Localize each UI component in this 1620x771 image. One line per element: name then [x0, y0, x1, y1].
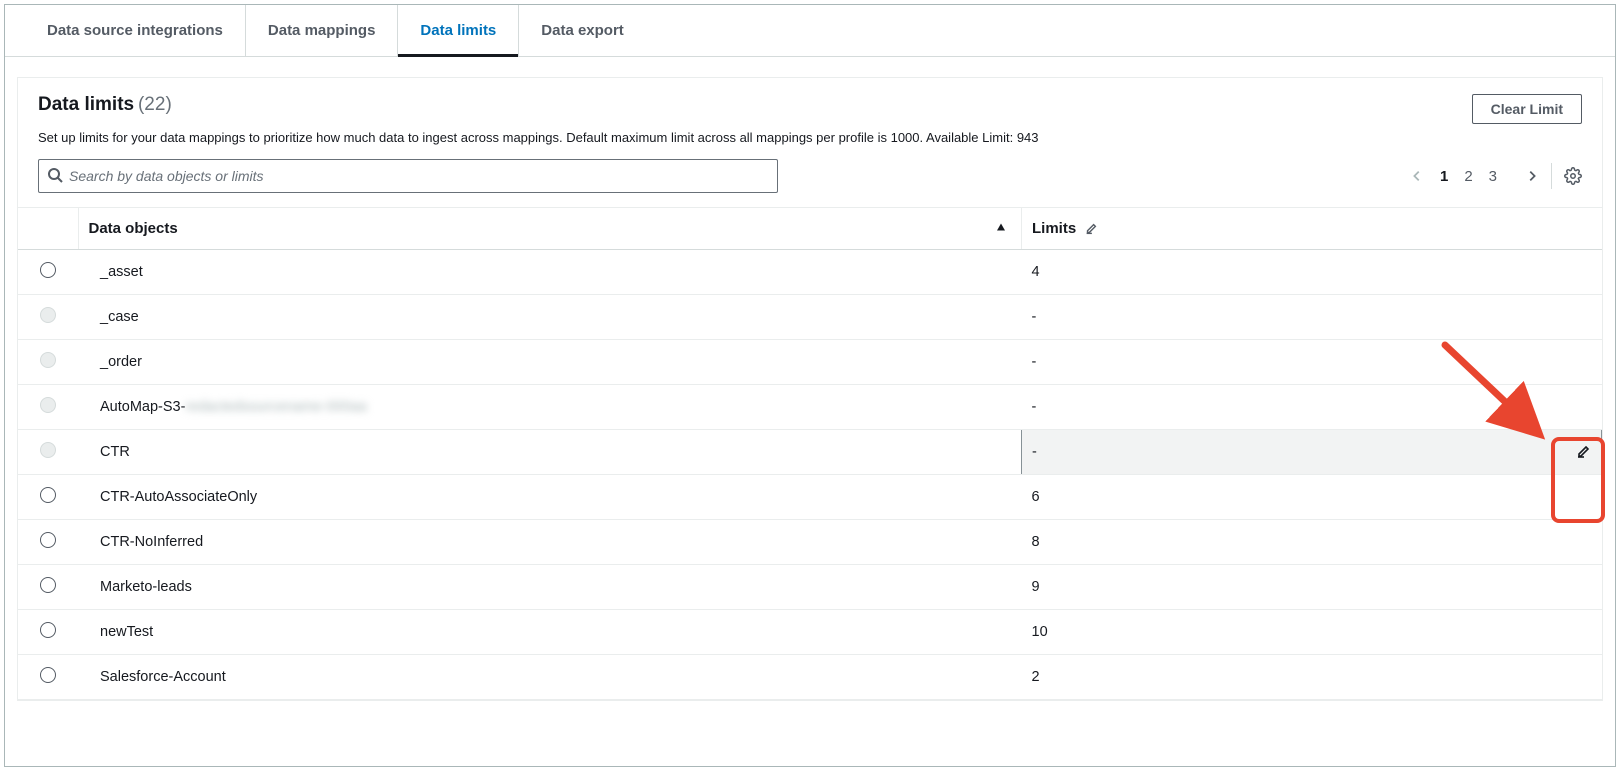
limit-cell: - — [1022, 385, 1602, 430]
row-radio — [40, 442, 56, 458]
panel-description: Set up limits for your data mappings to … — [18, 124, 1602, 145]
data-object-cell: CTR-AutoAssociateOnly — [78, 475, 1022, 520]
data-object-cell: CTR-NoInferred — [78, 520, 1022, 565]
data-limits-table: Data objects Limits — [18, 207, 1602, 700]
clear-limit-button[interactable]: Clear Limit — [1472, 94, 1582, 124]
divider — [1551, 163, 1552, 189]
column-data-objects-label: Data objects — [89, 220, 178, 237]
limit-cell: 8 — [1022, 520, 1602, 565]
settings-button[interactable] — [1564, 167, 1582, 185]
table-row: Salesforce-Account2 — [18, 655, 1602, 700]
sort-asc-icon — [995, 220, 1007, 237]
limit-cell: 6 — [1022, 475, 1602, 520]
row-radio[interactable] — [40, 577, 56, 593]
column-limits[interactable]: Limits — [1022, 208, 1602, 250]
pagination: 123 — [1410, 168, 1539, 185]
limit-cell: - — [1022, 295, 1602, 340]
table-row: CTR-NoInferred8 — [18, 520, 1602, 565]
page-2[interactable]: 2 — [1462, 168, 1474, 185]
tabs-bar: Data source integrationsData mappingsDat… — [5, 5, 1615, 57]
table-row: _order- — [18, 340, 1602, 385]
limit-cell: 9 — [1022, 565, 1602, 610]
page-1[interactable]: 1 — [1438, 168, 1450, 185]
row-radio[interactable] — [40, 667, 56, 683]
row-radio[interactable] — [40, 262, 56, 278]
tab-data-export[interactable]: Data export — [519, 5, 646, 56]
search-icon — [47, 167, 63, 186]
tab-data-mappings[interactable]: Data mappings — [246, 5, 399, 56]
data-object-cell: _case — [78, 295, 1022, 340]
data-object-cell: AutoMap-S3-redactedsourcename-000aa — [78, 385, 1022, 430]
search-box[interactable] — [38, 159, 778, 193]
limit-cell[interactable]: - — [1022, 430, 1602, 475]
table-row: _case- — [18, 295, 1602, 340]
row-radio — [40, 397, 56, 413]
row-radio[interactable] — [40, 622, 56, 638]
row-radio — [40, 352, 56, 368]
data-object-cell: Salesforce-Account — [78, 655, 1022, 700]
table-row: AutoMap-S3-redactedsourcename-000aa- — [18, 385, 1602, 430]
search-input[interactable] — [63, 168, 769, 184]
edit-icon — [1084, 222, 1098, 236]
tab-data-source-integrations[interactable]: Data source integrations — [25, 5, 246, 56]
limit-cell: 2 — [1022, 655, 1602, 700]
page-3[interactable]: 3 — [1487, 168, 1499, 185]
data-object-cell: _order — [78, 340, 1022, 385]
data-object-cell: _asset — [78, 250, 1022, 295]
data-limits-panel: Data limits (22) Clear Limit Set up limi… — [17, 77, 1603, 701]
limit-cell: 4 — [1022, 250, 1602, 295]
column-select — [18, 208, 78, 250]
edit-limit-button[interactable] — [1575, 444, 1591, 460]
data-object-cell: newTest — [78, 610, 1022, 655]
table-row: newTest10 — [18, 610, 1602, 655]
panel-title: Data limits — [38, 94, 134, 115]
table-row: CTR- — [18, 430, 1602, 475]
limit-cell: - — [1022, 340, 1602, 385]
data-object-cell: CTR — [78, 430, 1022, 475]
panel-count: (22) — [138, 94, 172, 115]
table-row: CTR-AutoAssociateOnly6 — [18, 475, 1602, 520]
column-data-objects[interactable]: Data objects — [78, 208, 1022, 250]
data-object-cell: Marketo-leads — [78, 565, 1022, 610]
limit-cell: 10 — [1022, 610, 1602, 655]
page-next-button[interactable] — [1525, 169, 1539, 183]
table-row: Marketo-leads9 — [18, 565, 1602, 610]
row-radio — [40, 307, 56, 323]
row-radio[interactable] — [40, 532, 56, 548]
table-row: _asset4 — [18, 250, 1602, 295]
page-prev-button[interactable] — [1410, 169, 1424, 183]
row-radio[interactable] — [40, 487, 56, 503]
tab-data-limits[interactable]: Data limits — [398, 5, 519, 56]
column-limits-label: Limits — [1032, 220, 1076, 237]
